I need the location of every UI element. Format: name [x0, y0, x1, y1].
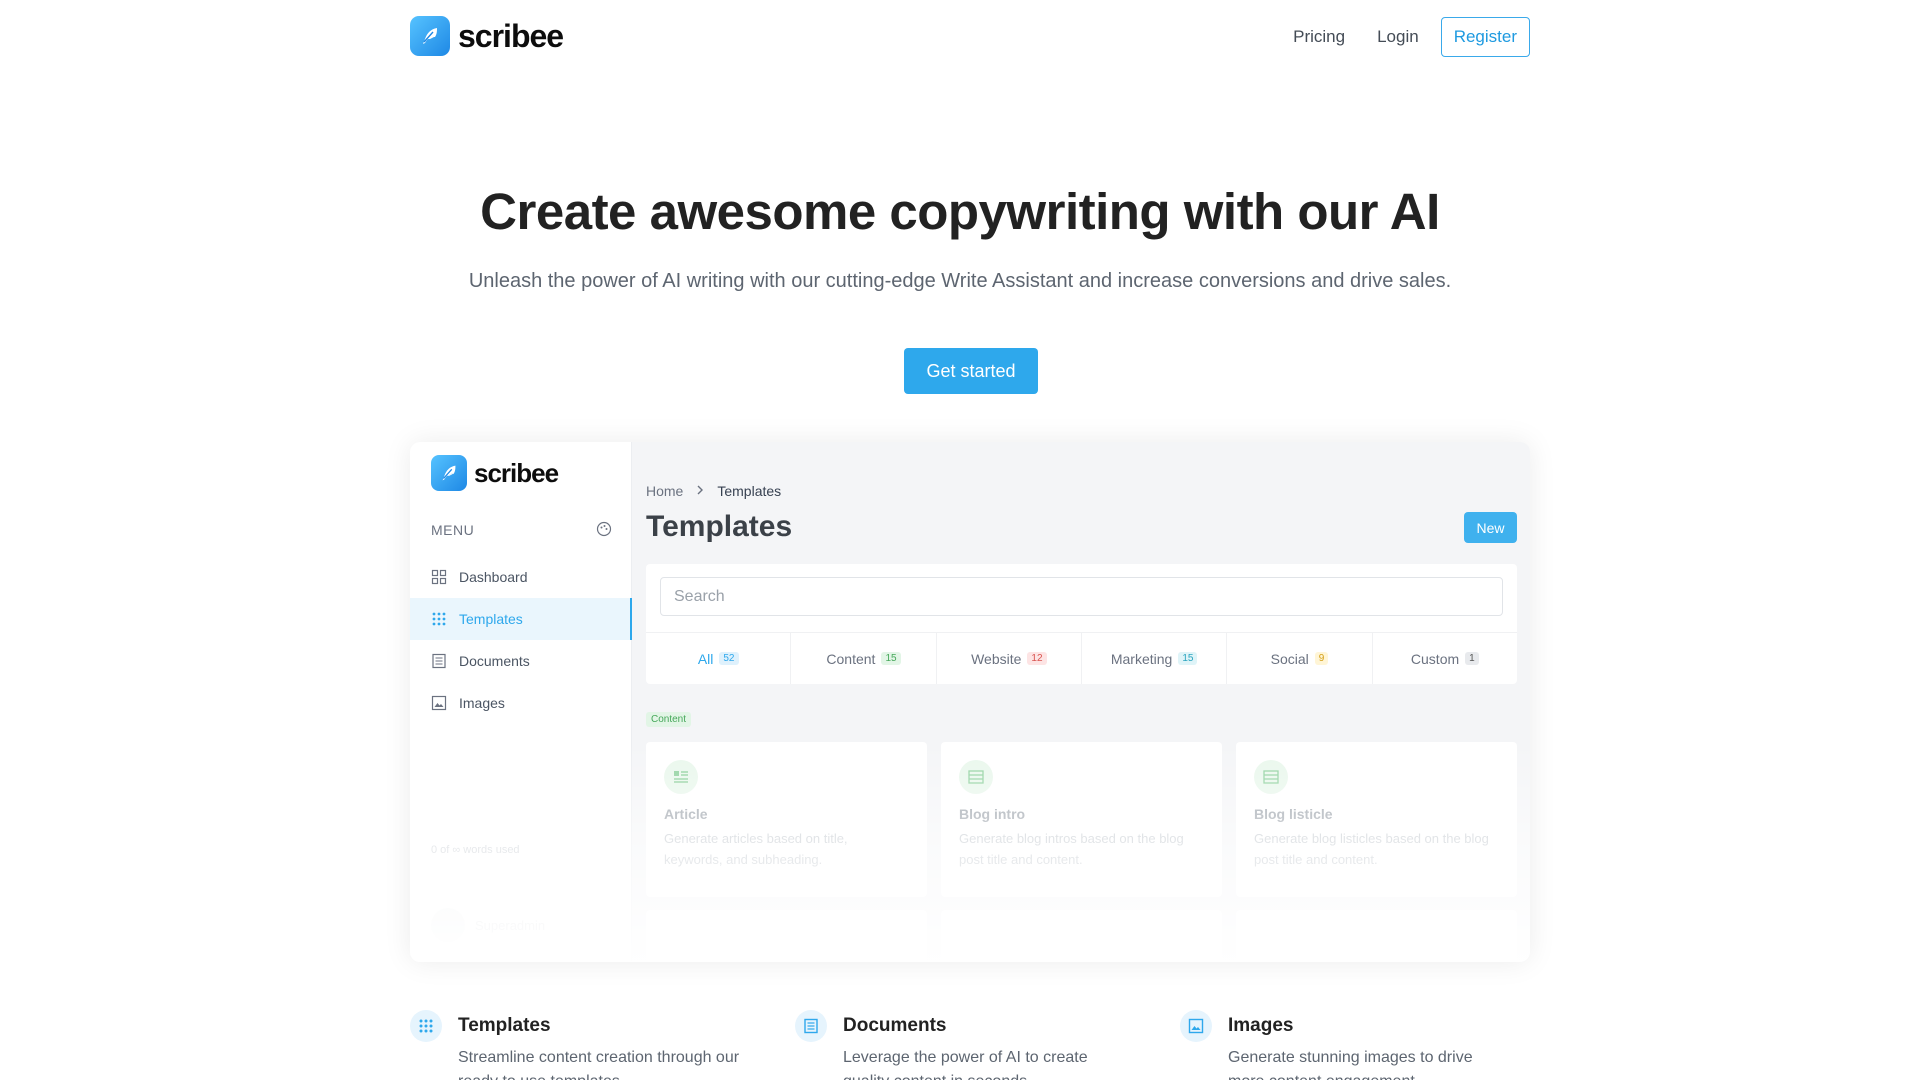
- preview-brand-logo[interactable]: scribee: [431, 455, 559, 491]
- preview-sidebar: scribee MENU Dashboard Templates Documen…: [410, 442, 632, 962]
- tab-label: Website: [971, 650, 1022, 667]
- template-card-blog-intro[interactable]: Blog intro Generate blog intros based on…: [941, 742, 1222, 897]
- count-badge: 15: [1178, 652, 1198, 665]
- tab-label: Marketing: [1110, 650, 1173, 667]
- tab-custom[interactable]: Custom 1: [1373, 633, 1517, 684]
- sidebar-item-label: Documents: [459, 653, 530, 669]
- sidebar-item-images[interactable]: Images: [410, 682, 632, 724]
- tab-social[interactable]: Social 9: [1227, 633, 1373, 684]
- template-filter-panel: All 52 Content 15 Website 12 Marketing 1…: [646, 564, 1517, 684]
- search-input[interactable]: [660, 577, 1503, 616]
- feature-title: Images: [1228, 1015, 1294, 1036]
- count-badge: 9: [1314, 652, 1329, 665]
- card-description: Generate blog listicles based on the blo…: [1254, 831, 1489, 867]
- tab-label: Content: [826, 650, 876, 667]
- template-card-blog-listicle[interactable]: Blog listicle Generate blog listicles ba…: [1236, 742, 1517, 897]
- tab-label: Custom: [1410, 650, 1460, 667]
- word-usage-text: 0 of ∞ words used: [431, 844, 520, 856]
- register-button[interactable]: Register: [1440, 17, 1530, 57]
- feature-title: Templates: [458, 1015, 551, 1036]
- feature-title: Documents: [843, 1015, 947, 1036]
- palette-icon[interactable]: [596, 521, 612, 537]
- card-title: Blog intro: [959, 806, 1026, 822]
- image-icon: [431, 695, 447, 711]
- preview-brand-name: scribee: [474, 458, 559, 488]
- chevron-right-icon: [695, 483, 705, 499]
- brand-logo[interactable]: scribee: [410, 16, 564, 56]
- template-card[interactable]: [941, 910, 1222, 962]
- document-icon: [795, 1010, 827, 1042]
- tab-all[interactable]: All 52: [646, 633, 792, 684]
- card-title: Blog listicle: [1254, 806, 1333, 822]
- sidebar-item-label: Dashboard: [459, 569, 528, 585]
- hero-title: Create awesome copywriting with our AI: [480, 183, 1440, 240]
- breadcrumb: Home Templates: [646, 483, 781, 499]
- list-icon: [1254, 760, 1288, 794]
- tab-label: All: [697, 650, 714, 667]
- nav-pricing-link[interactable]: Pricing: [1283, 17, 1355, 57]
- template-card[interactable]: [646, 910, 927, 962]
- sidebar-item-label: Templates: [459, 611, 523, 627]
- feature-description: Streamline content creation through our …: [458, 1049, 740, 1080]
- sidebar-item-dashboard[interactable]: Dashboard: [410, 556, 632, 598]
- document-icon: [432, 653, 446, 669]
- section-badge: Content: [646, 712, 692, 727]
- tab-website[interactable]: Website 12: [937, 633, 1082, 684]
- hero-subtitle: Unleash the power of AI writing with our…: [468, 270, 1452, 292]
- grid-icon: [432, 612, 446, 626]
- feather-icon: [431, 455, 467, 491]
- breadcrumb-home[interactable]: Home: [646, 483, 683, 499]
- brand-name: scribee: [458, 18, 564, 54]
- card-title: Article: [664, 806, 708, 822]
- feature-templates: Templates Streamline content creation th…: [410, 1010, 740, 1080]
- top-navigation: scribee Pricing Login Register: [0, 0, 1920, 72]
- feather-icon: [410, 16, 450, 56]
- list-icon: [959, 760, 993, 794]
- user-name: Superadmin: [475, 917, 546, 933]
- get-started-button[interactable]: Get started: [904, 348, 1038, 394]
- template-card[interactable]: [1236, 910, 1517, 962]
- category-tabs: All 52 Content 15 Website 12 Marketing 1…: [646, 632, 1517, 684]
- page-title: Templates: [646, 510, 793, 543]
- grid-icon: [410, 1010, 442, 1042]
- feature-documents: Documents Leverage the power of AI to cr…: [795, 1010, 1125, 1080]
- sidebar-item-templates[interactable]: Templates: [410, 598, 632, 640]
- dashboard-icon: [431, 569, 447, 585]
- count-badge: 1: [1465, 652, 1479, 665]
- menu-label: MENU: [431, 522, 475, 538]
- sidebar-menu: Dashboard Templates Documents Images: [410, 556, 632, 724]
- tab-content[interactable]: Content 15: [791, 633, 937, 684]
- template-card-article[interactable]: Article Generate articles based on title…: [646, 742, 927, 897]
- avatar: [431, 908, 465, 942]
- sidebar-item-documents[interactable]: Documents: [410, 640, 632, 682]
- image-icon: [1180, 1010, 1212, 1042]
- article-icon: [664, 760, 698, 794]
- count-badge: 12: [1027, 652, 1047, 665]
- feature-description: Generate stunning images to drive more c…: [1228, 1049, 1473, 1080]
- new-template-button[interactable]: New: [1464, 512, 1517, 543]
- feature-description: Leverage the power of AI to create quali…: [843, 1049, 1088, 1080]
- count-badge: 52: [719, 652, 739, 665]
- card-description: Generate articles based on title, keywor…: [664, 831, 848, 867]
- count-badge: 15: [881, 652, 901, 665]
- breadcrumb-current: Templates: [717, 483, 782, 499]
- user-profile[interactable]: Superadmin: [431, 908, 545, 942]
- feature-images: Images Generate stunning images to drive…: [1180, 1010, 1510, 1080]
- sidebar-item-label: Images: [459, 695, 505, 711]
- preview-main: Home Templates Templates New All 52 Cont…: [632, 442, 1530, 962]
- tab-label: Social: [1270, 650, 1309, 667]
- app-preview: scribee MENU Dashboard Templates Documen…: [410, 442, 1530, 962]
- card-description: Generate blog intros based on the blog p…: [959, 831, 1184, 867]
- tab-marketing[interactable]: Marketing 15: [1082, 633, 1228, 684]
- nav-links: Pricing Login Register: [1283, 17, 1530, 57]
- nav-login-link[interactable]: Login: [1367, 17, 1429, 57]
